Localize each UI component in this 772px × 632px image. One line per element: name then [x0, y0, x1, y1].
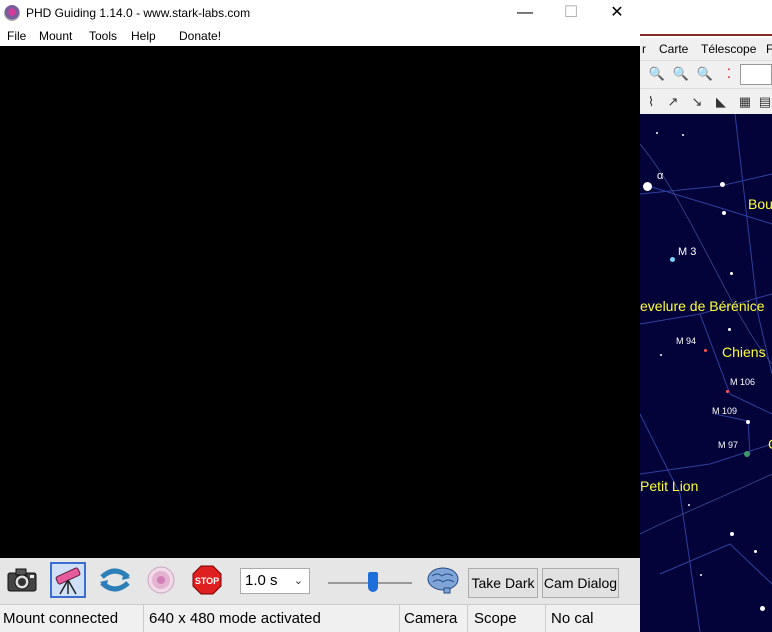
m3-label: M 3 [678, 246, 697, 258]
star-alpha [643, 182, 652, 191]
star [656, 132, 658, 134]
m94-label: M 94 [676, 336, 697, 346]
menu-mount[interactable]: Mount [39, 29, 72, 43]
brain-icon [427, 567, 459, 594]
loop-exposure-button[interactable] [97, 562, 133, 598]
menu-tools[interactable]: Tools [89, 29, 117, 43]
background-toolbar-tools: ⌇ ↗ ↘ ◣ ▦ ▤ [640, 88, 772, 114]
background-titlebar [640, 0, 772, 36]
star [730, 532, 734, 536]
phd-target-icon [147, 566, 175, 594]
edge-label-c: C [768, 436, 772, 452]
globular-cluster-m3 [670, 257, 675, 262]
constellation-berenice-label: evelure de Bérénice [640, 298, 765, 314]
close-button[interactable]: ✕ [594, 0, 640, 26]
background-star-chart-app: r Carte Télescope F 🔍 🔍 🔍 ⁚ ⌇ ↗ ↘ ◣ ▦ ▤ [640, 0, 772, 632]
phd-app-icon [4, 5, 20, 21]
exposure-duration-select[interactable]: 1.0 s ⌄ [240, 568, 310, 594]
star [660, 354, 662, 356]
constellation-bouvier-label: Bou [748, 196, 772, 212]
star [682, 134, 684, 136]
bg-menu-telescope[interactable]: Télescope [701, 42, 756, 56]
status-scope: Scope [471, 605, 546, 632]
m106-label: M 106 [730, 377, 756, 387]
star [746, 420, 750, 424]
stop-button[interactable]: STOP [189, 562, 225, 598]
pointer-tool-icon[interactable]: ↘ [688, 93, 706, 111]
star [730, 272, 733, 275]
status-bar: Mount connected 640 x 480 mode activated… [0, 604, 640, 632]
camera-connect-button[interactable] [4, 562, 40, 598]
m109-label: M 109 [712, 406, 738, 416]
star [720, 182, 725, 187]
telescope-tool-icon[interactable]: ⌇ [642, 93, 660, 111]
bg-menu-r[interactable]: r [642, 42, 646, 56]
sky-chart[interactable]: α Bou M 3 evelure de Bérénice M 94 Chien… [640, 114, 772, 632]
take-dark-button[interactable]: Take Dark [468, 568, 538, 598]
eyepiece-tool-icon[interactable]: ◣ [712, 93, 730, 111]
star [754, 550, 757, 553]
mount-connect-button[interactable] [50, 562, 86, 598]
cam-dialog-button[interactable]: Cam Dialog [542, 568, 619, 598]
chevron-down-icon: ⌄ [293, 575, 303, 587]
marker-icon[interactable]: ⁚ [720, 65, 738, 83]
guiding-toolbar: STOP 1.0 s ⌄ Take Dark Cam Dialog [0, 558, 640, 604]
m97-label: M 97 [718, 440, 739, 450]
window-title: PHD Guiding 1.14.0 - www.stark-labs.com [26, 6, 251, 20]
telescope-icon [55, 567, 81, 595]
guide-button[interactable] [143, 562, 179, 598]
move-tool-icon[interactable]: ↗ [664, 93, 682, 111]
eq-grid-tool-icon[interactable]: ▤ [756, 93, 772, 111]
constellation-petit-lion-label: Petit Lion [640, 478, 699, 494]
background-toolbar-zoom: 🔍 🔍 🔍 ⁚ [640, 60, 772, 88]
galaxy-m94 [704, 349, 707, 352]
camera-viewport[interactable] [0, 46, 640, 558]
desktop: r Carte Télescope F 🔍 🔍 🔍 ⁚ ⌇ ↗ ↘ ◣ ▦ ▤ [0, 0, 772, 632]
stop-sign-icon: STOP [192, 565, 222, 595]
svg-text:STOP: STOP [195, 576, 219, 586]
star [700, 574, 702, 576]
star [688, 504, 690, 506]
status-calibration: No cal [551, 610, 594, 627]
menu-help[interactable]: Help [131, 29, 156, 43]
alpha-label: α [657, 170, 664, 182]
bg-menu-f[interactable]: F [766, 42, 772, 56]
exposure-value: 1.0 s [245, 572, 278, 589]
star [728, 328, 731, 331]
brain-settings-button[interactable] [425, 562, 461, 598]
status-camera: Camera [401, 605, 468, 632]
window-titlebar[interactable]: PHD Guiding 1.14.0 - www.stark-labs.com … [0, 0, 640, 26]
grid-tool-icon[interactable]: ▦ [736, 93, 754, 111]
maximize-button[interactable]: ☐ [548, 0, 594, 26]
minimize-button[interactable]: — [502, 0, 548, 26]
status-mount: Mount connected [0, 605, 144, 632]
menubar: File Mount Tools Help Donate! [0, 26, 640, 46]
zoom-in-icon[interactable]: 🔍 [648, 65, 666, 83]
bg-menu-carte[interactable]: Carte [659, 42, 688, 56]
background-search-input[interactable] [740, 64, 772, 85]
zoom-fit-icon[interactable]: 🔍 [696, 65, 714, 83]
nebula-m97 [744, 451, 750, 457]
galaxy-m106 [726, 390, 729, 393]
menu-file[interactable]: File [7, 29, 26, 43]
zoom-out-icon[interactable]: 🔍 [672, 65, 690, 83]
star [760, 606, 765, 611]
loop-arrows-icon [100, 568, 130, 592]
background-menubar: r Carte Télescope F [640, 38, 772, 60]
phd-guiding-window: PHD Guiding 1.14.0 - www.stark-labs.com … [0, 0, 640, 632]
gamma-slider-thumb[interactable] [368, 572, 378, 592]
star [722, 211, 726, 215]
status-mode: 640 x 480 mode activated [146, 605, 400, 632]
camera-icon [7, 568, 37, 592]
constellation-chiens-label: Chiens [722, 344, 766, 360]
menu-donate[interactable]: Donate! [179, 29, 221, 43]
constellation-lines [640, 114, 772, 632]
